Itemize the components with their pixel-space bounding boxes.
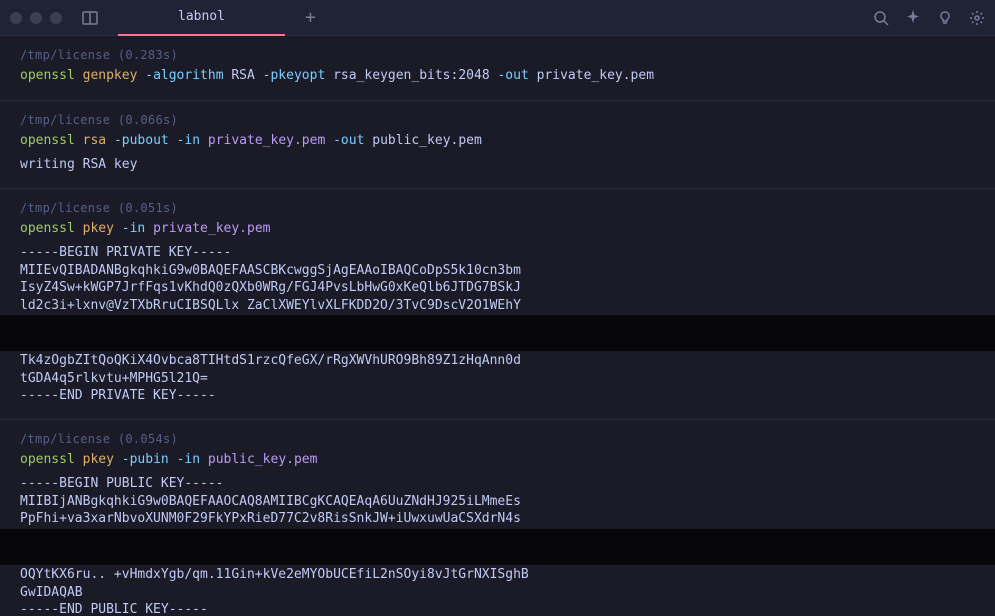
search-icon[interactable]	[873, 10, 889, 26]
maximize-window-icon[interactable]	[50, 12, 62, 24]
cmd-token: public_key.pem	[372, 133, 482, 148]
command-block: /tmp/license (0.051s) openssl pkey -in pr…	[0, 189, 995, 420]
redacted-region	[0, 529, 995, 565]
cmd-token: public_key.pem	[208, 452, 318, 467]
command-line: openssl rsa -pubout -in private_key.pem …	[20, 131, 975, 151]
path-line: /tmp/license (0.054s)	[20, 432, 975, 446]
cmd-token: -pubin	[122, 452, 177, 467]
tab-labnol[interactable]: labnol	[118, 0, 285, 36]
command-output: -----BEGIN PRIVATE KEY----- MIIEvQIBADAN…	[20, 244, 975, 314]
traffic-lights	[10, 12, 62, 24]
redacted-region	[0, 315, 995, 351]
new-tab-button[interactable]: +	[305, 7, 316, 28]
command-block: /tmp/license (0.283s) openssl genpkey -al…	[0, 36, 995, 101]
close-window-icon[interactable]	[10, 12, 22, 24]
cmd-token: RSA	[231, 68, 262, 83]
cmd-token: private_key.pem	[153, 221, 270, 236]
cmd-token: pkey	[83, 452, 122, 467]
command-output: Tk4zOgbZItQoQKiX4Ovbca8TIHtdS1rzcQfeGX/r…	[20, 352, 975, 405]
tab-bar: labnol +	[118, 0, 873, 36]
cmd-token: openssl	[20, 133, 83, 148]
command-block: /tmp/license (0.066s) openssl rsa -pubout…	[0, 101, 995, 189]
cmd-token: private_key.pem	[208, 133, 333, 148]
split-pane-icon[interactable]	[82, 11, 98, 25]
cmd-token: openssl	[20, 221, 83, 236]
cmd-token: -algorithm	[145, 68, 231, 83]
cmd-token: pkey	[83, 221, 122, 236]
command-line: openssl genpkey -algorithm RSA -pkeyopt …	[20, 66, 975, 86]
minimize-window-icon[interactable]	[30, 12, 42, 24]
cmd-token: openssl	[20, 452, 83, 467]
path-line: /tmp/license (0.283s)	[20, 48, 975, 62]
cmd-token: private_key.pem	[537, 68, 654, 83]
cmd-token: -pkeyopt	[263, 68, 333, 83]
cmd-token: rsa_keygen_bits:2048	[333, 68, 497, 83]
cmd-token: -in	[177, 452, 208, 467]
terminal-content[interactable]: /tmp/license (0.283s) openssl genpkey -al…	[0, 36, 995, 616]
toolbar-icons	[873, 10, 985, 26]
cmd-token: genpkey	[83, 68, 146, 83]
path-line: /tmp/license (0.051s)	[20, 201, 975, 215]
cmd-token: -in	[122, 221, 153, 236]
command-line: openssl pkey -pubin -in public_key.pem	[20, 450, 975, 470]
cmd-token: openssl	[20, 68, 83, 83]
command-block: /tmp/license (0.054s) openssl pkey -pubin…	[0, 420, 995, 616]
titlebar: labnol +	[0, 0, 995, 36]
command-output: -----BEGIN PUBLIC KEY----- MIIBIjANBgkqh…	[20, 475, 975, 528]
cmd-token: -out	[497, 68, 536, 83]
command-output: OQYtKX6ru.. +vHmdxYgb/qm.11Gin+kVe2eMYOb…	[20, 566, 975, 616]
lightbulb-icon[interactable]	[937, 10, 953, 26]
command-output: writing RSA key	[20, 156, 975, 174]
cmd-token: -pubout	[114, 133, 177, 148]
cmd-token: -in	[177, 133, 208, 148]
gear-icon[interactable]	[969, 10, 985, 26]
command-line: openssl pkey -in private_key.pem	[20, 219, 975, 239]
path-line: /tmp/license (0.066s)	[20, 113, 975, 127]
tab-label: labnol	[178, 9, 225, 24]
sparkle-icon[interactable]	[905, 10, 921, 26]
cmd-token: rsa	[83, 133, 114, 148]
cmd-token: -out	[333, 133, 372, 148]
